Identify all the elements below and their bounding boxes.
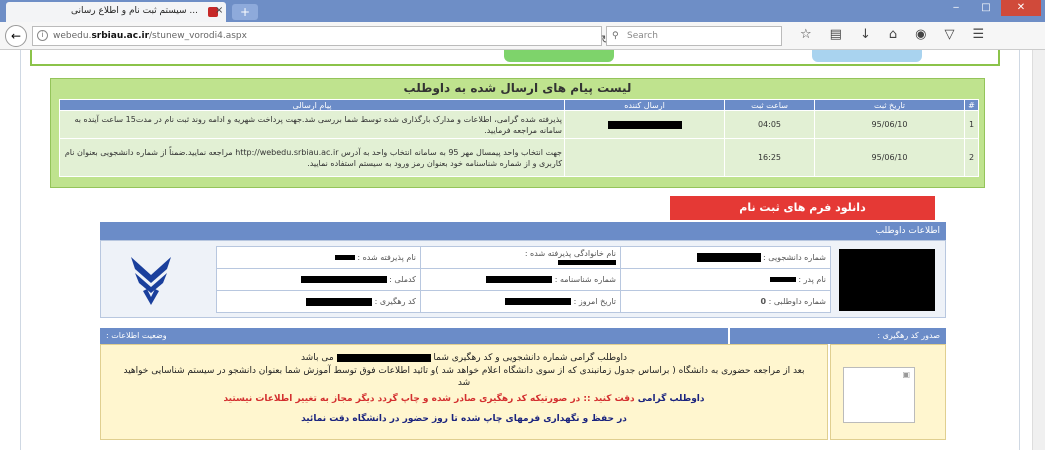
broken-image-icon: ▣: [902, 370, 910, 379]
green-menu-button[interactable]: [504, 50, 614, 62]
status-line-1: داوطلب گرامی شماره دانشجویی و کد رهگیری …: [101, 351, 827, 365]
redacted-block: [607, 120, 682, 129]
status-warning-text: دقت کنید :: در صورتیکه کد رهگیری صادر شد…: [223, 394, 635, 404]
applicant-no-label: شماره داوطلبی :: [768, 297, 826, 306]
new-tab-button[interactable]: +: [232, 4, 258, 20]
search-input[interactable]: ⚲ Search: [606, 26, 782, 46]
redacted-block: [300, 276, 387, 283]
menu-icon[interactable]: ☰: [972, 27, 984, 42]
redacted-block: [505, 298, 572, 305]
pocket-icon[interactable]: ▽: [944, 27, 954, 42]
redacted-block: [558, 259, 616, 265]
row-date: 95/06/10: [814, 110, 965, 139]
redacted-block: [336, 353, 431, 362]
applicant-photo: [839, 249, 935, 311]
info-icon[interactable]: i: [37, 30, 48, 41]
tracking-issue-title: صدور کد رهگیری :: [877, 331, 940, 340]
tracking-label: کد رهگیری :: [374, 297, 416, 306]
tab-strip: ... سیستم ثبت نام و اطلاع رسانی × + ‒ □ …: [0, 0, 1045, 22]
download-icon[interactable]: ↓: [860, 27, 871, 42]
row-time: 16:25: [724, 138, 815, 177]
back-arrow-icon[interactable]: ←: [5, 25, 27, 47]
family-label: نام خانوادگی پذیرفته شده :: [524, 248, 616, 258]
search-icon: ⚲: [612, 31, 619, 41]
home-icon[interactable]: ⌂: [889, 27, 897, 42]
status-warning: داوطلب گرامی دقت کنید :: در صورتیکه کد ر…: [101, 394, 827, 404]
status-line-1-end: می باشد: [300, 353, 334, 363]
minimize-button[interactable]: ‒: [941, 0, 971, 16]
maximize-button[interactable]: □: [971, 0, 1001, 16]
row-num: 1: [964, 110, 979, 139]
university-logo: [121, 249, 181, 311]
col-sender: ارسال کننده: [564, 99, 725, 111]
download-forms-button[interactable]: دانلود فرم های ثبت نام: [670, 196, 935, 220]
messages-title: لیست پیام های ارسال شده به داوطلب: [403, 81, 632, 95]
row-sender: [564, 138, 725, 177]
status-line-4: در حفظ و نگهداری فرمهای چاپ شده تا روز ح…: [301, 414, 627, 424]
applicant-no-value: 0: [760, 297, 767, 306]
row-message: جهت انتخاب واحد پیمسال مهر 95 به سامانه …: [59, 138, 565, 177]
url-path: /stunew_vorodi4.aspx: [149, 31, 247, 41]
status-line-2: بعد از مراجعه حضوری به دانشگاه ( براساس …: [123, 366, 805, 388]
row-time: 04:05: [724, 110, 815, 139]
national-code-label: کدملی :: [389, 275, 416, 284]
status-warning-prefix: داوطلب گرامی: [637, 394, 705, 404]
accepted-name-label: نام پذیرفته شده :: [357, 253, 416, 262]
id-no-label: شماره شناسنامه :: [554, 275, 616, 284]
image-placeholder: ▣: [843, 367, 915, 423]
sync-icon[interactable]: ◉: [915, 27, 926, 42]
col-num: #: [964, 99, 979, 111]
row-message: پذیرفته شده گرامی، اطلاعات و مدارک بارگذ…: [59, 110, 565, 139]
page-scrollbar[interactable]: [1032, 50, 1045, 450]
status-line-1-start: داوطلب گرامی شماره دانشجویی و کد رهگیری …: [433, 353, 628, 363]
tab-close-icon[interactable]: ×: [215, 5, 223, 16]
status-header-bar: صدور کد رهگیری : وضعیت اطلاعات :: [100, 328, 946, 344]
toolbar-icons: ☆ ▤ ↓ ⌂ ◉ ▽ ☰: [800, 27, 984, 42]
tab-title: ... سیستم ثبت نام و اطلاع رسانی: [70, 6, 198, 16]
redacted-block: [769, 277, 796, 282]
url-domain: srbiau.ac.ir: [91, 31, 150, 41]
blue-menu-button[interactable]: [812, 50, 922, 62]
tracking-code-panel: ▣: [830, 344, 946, 440]
row-date: 95/06/10: [814, 138, 965, 177]
applicant-info-panel: شماره دانشجویی : نام خانوادگی پذیرفته شد…: [100, 240, 946, 318]
redacted-block: [334, 255, 355, 260]
table-row: 2 95/06/10 16:25 جهت انتخاب واحد پیمسال …: [59, 138, 979, 177]
browser-tab[interactable]: ... سیستم ثبت نام و اطلاع رسانی: [6, 2, 226, 22]
student-no-label: شماره دانشجویی :: [763, 253, 826, 262]
bookmark-star-icon[interactable]: ☆: [800, 27, 812, 42]
applicant-info-table: شماره دانشجویی : نام خانوادگی پذیرفته شد…: [216, 246, 831, 313]
today-label: تاریخ امروز :: [573, 297, 616, 306]
messages-table: # تاریخ ثبت ساعت ثبت ارسال کننده پیام ار…: [59, 99, 979, 177]
father-label: نام پدر :: [798, 275, 826, 284]
table-row: 1 95/06/10 04:05 پذیرفته شده گرامی، اطلا…: [59, 110, 979, 139]
window-close-button[interactable]: ✕: [1001, 0, 1041, 16]
header-divider: [728, 328, 730, 344]
redacted-block: [306, 297, 373, 306]
col-message: پیام ارسالی: [59, 99, 565, 111]
info-status-title: وضعیت اطلاعات :: [106, 331, 167, 340]
row-sender: [564, 110, 725, 139]
status-message-panel: داوطلب گرامی شماره دانشجویی و کد رهگیری …: [100, 344, 828, 440]
top-menu-strip: [30, 50, 1000, 66]
redacted-block: [486, 276, 553, 283]
window-controls: ‒ □ ✕: [941, 0, 1041, 16]
search-placeholder: Search: [627, 31, 658, 41]
applicant-info-header: اطلاعات داوطلب: [100, 222, 946, 240]
url-bar[interactable]: i webedu.srbiau.ac.ir/stunew_vorodi4.asp…: [32, 26, 610, 46]
redacted-block: [696, 253, 761, 262]
table-header-row: # تاریخ ثبت ساعت ثبت ارسال کننده پیام ار…: [59, 99, 979, 111]
messages-panel: لیست پیام های ارسال شده به داوطلب # تاری…: [50, 78, 985, 188]
col-time: ساعت ثبت: [724, 99, 815, 111]
row-num: 2: [964, 138, 979, 177]
reading-list-icon[interactable]: ▤: [830, 27, 842, 42]
url-prefix: webedu.: [53, 31, 92, 41]
navigation-bar: ← i webedu.srbiau.ac.ir/stunew_vorodi4.a…: [0, 22, 1045, 50]
col-date: تاریخ ثبت: [814, 99, 965, 111]
